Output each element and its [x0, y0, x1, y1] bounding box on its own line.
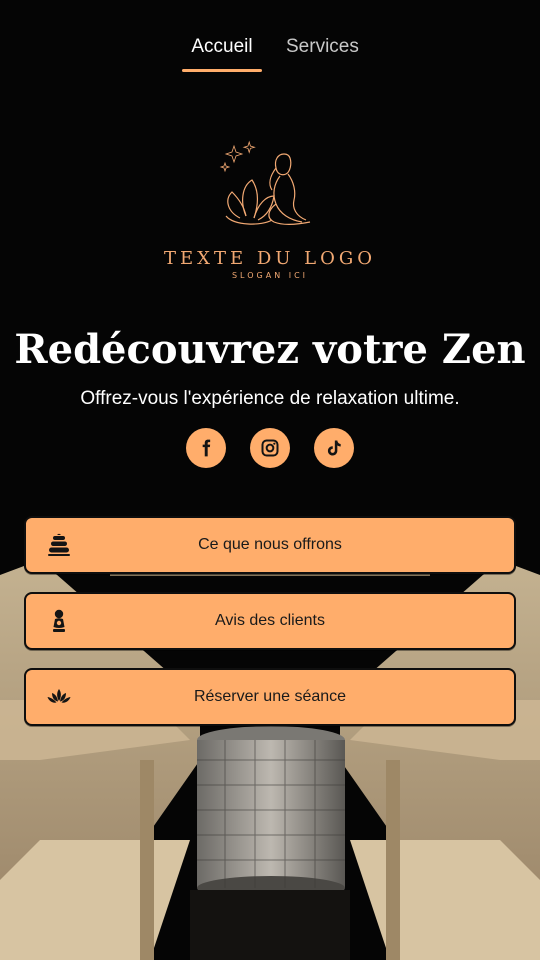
logo-slogan: SLOGAN ICI	[231, 271, 309, 280]
offers-button-label: Ce que nous offrons	[198, 536, 342, 553]
lotus-icon	[47, 689, 71, 703]
tab-services[interactable]: Services	[286, 0, 359, 72]
tiktok-icon	[327, 440, 341, 456]
lotus-woman-emblem-icon	[219, 140, 311, 225]
person-bust-icon	[53, 609, 65, 632]
book-session-button-label: Réserver une séance	[193, 688, 347, 705]
logo-text: TEXTE DU LOGO	[164, 248, 376, 269]
facebook-link[interactable]	[186, 428, 226, 468]
hero-subtitle: Offrez-vous l'expérience de relaxation u…	[80, 388, 460, 409]
offers-button[interactable]: Ce que nous offrons	[24, 516, 516, 574]
tiktok-link[interactable]	[314, 428, 354, 468]
action-buttons: Ce que nous offrons Avis des clients Rés…	[24, 516, 516, 726]
instagram-link[interactable]	[250, 428, 290, 468]
tab-accueil[interactable]: Accueil	[182, 0, 262, 72]
book-session-button[interactable]: Réserver une séance	[24, 668, 516, 726]
stacked-stones-icon	[48, 533, 70, 556]
facebook-icon	[202, 439, 211, 457]
hero-title: Redécouvrez votre Zen	[14, 326, 526, 373]
brand-logo: TEXTE DU LOGO SLOGAN ICI	[0, 140, 540, 280]
instagram-icon	[261, 439, 279, 457]
social-links	[0, 428, 540, 468]
top-navigation: Accueil Services	[0, 0, 540, 74]
reviews-button-label: Avis des clients	[215, 612, 325, 629]
reviews-button[interactable]: Avis des clients	[24, 592, 516, 650]
